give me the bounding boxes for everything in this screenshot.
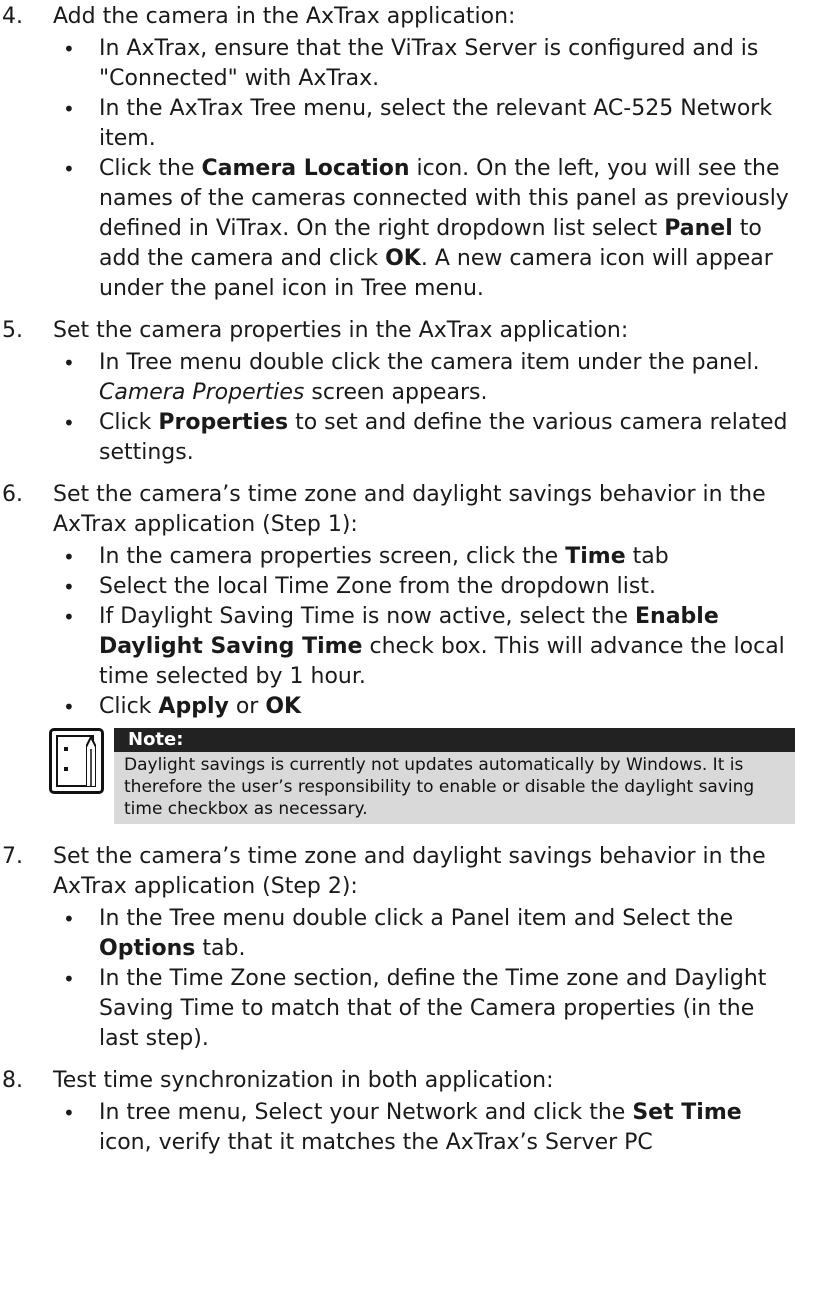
step-title: Set the camera properties in the AxTrax … bbox=[53, 318, 629, 343]
step-4: 4. Add the camera in the AxTrax applicat… bbox=[0, 2, 795, 304]
list-item: Click Properties to set and define the v… bbox=[53, 408, 795, 468]
bullet-list: In tree menu, Select your Network and cl… bbox=[53, 1098, 795, 1158]
bullet-list: In the camera properties screen, click t… bbox=[53, 542, 795, 722]
list-item: In the camera properties screen, click t… bbox=[53, 542, 795, 572]
list-item: In the AxTrax Tree menu, select the rele… bbox=[53, 94, 795, 154]
document-page: 4. Add the camera in the AxTrax applicat… bbox=[0, 0, 825, 1294]
list-item: Select the local Time Zone from the drop… bbox=[53, 572, 795, 602]
note-heading: Note: bbox=[114, 728, 795, 752]
list-item: If Daylight Saving Time is now active, s… bbox=[53, 602, 795, 692]
list-item: In Tree menu double click the camera ite… bbox=[53, 348, 795, 408]
bullet-list: In AxTrax, ensure that the ViTrax Server… bbox=[53, 34, 795, 304]
list-item: In AxTrax, ensure that the ViTrax Server… bbox=[53, 34, 795, 94]
step-5: 5. Set the camera properties in the AxTr… bbox=[0, 316, 795, 468]
note-text: Daylight savings is currently not update… bbox=[124, 755, 755, 819]
list-item: In the Time Zone section, define the Tim… bbox=[53, 964, 795, 1054]
step-number: 6. bbox=[2, 482, 23, 507]
step-title: Add the camera in the AxTrax application… bbox=[53, 4, 516, 29]
step-number: 8. bbox=[2, 1068, 23, 1093]
step-number: 7. bbox=[2, 844, 23, 869]
step-title: Set the camera’s time zone and daylight … bbox=[53, 844, 766, 899]
list-item: In the Tree menu double click a Panel it… bbox=[53, 904, 795, 964]
step-number: 5. bbox=[2, 318, 23, 343]
step-6: 6. Set the camera’s time zone and daylig… bbox=[0, 480, 795, 838]
list-item: Click the Camera Location icon. On the l… bbox=[53, 154, 795, 304]
step-7: 7. Set the camera’s time zone and daylig… bbox=[0, 842, 795, 1054]
step-title: Test time synchronization in both applic… bbox=[53, 1068, 554, 1093]
step-number: 4. bbox=[2, 4, 23, 29]
bullet-list: In Tree menu double click the camera ite… bbox=[53, 348, 795, 468]
step-title: Set the camera’s time zone and daylight … bbox=[53, 482, 766, 537]
note-pencil-icon bbox=[49, 728, 104, 794]
note-box: Note: Daylight savings is currently not … bbox=[114, 728, 795, 824]
list-item: In tree menu, Select your Network and cl… bbox=[53, 1098, 795, 1158]
note-callout: Note: Daylight savings is currently not … bbox=[49, 728, 795, 838]
step-8: 8. Test time synchronization in both app… bbox=[0, 1066, 795, 1158]
bullet-list: In the Tree menu double click a Panel it… bbox=[53, 904, 795, 1054]
list-item: Click Apply or OK bbox=[53, 692, 795, 722]
